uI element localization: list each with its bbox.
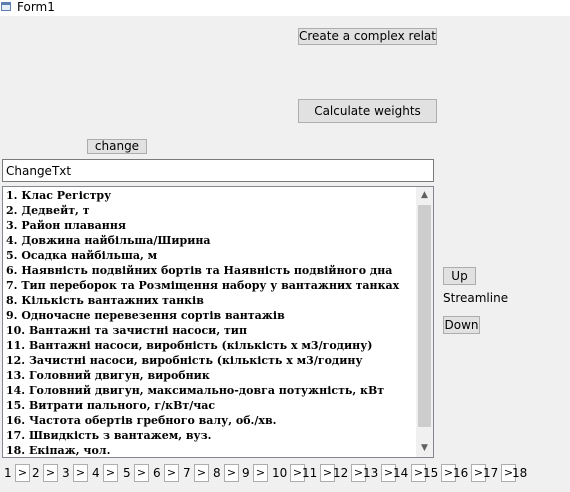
list-item[interactable]: 17. Швидкість з вантажем, вуз.	[4, 428, 415, 443]
list-item[interactable]: 18. Екіпаж, чол.	[4, 443, 415, 457]
streamline-label: Streamline	[443, 291, 509, 305]
page-number: 13	[363, 466, 379, 480]
list-item[interactable]: 3. Район плавання	[4, 218, 415, 233]
next-page-button[interactable]: >	[103, 464, 118, 482]
items-listbox[interactable]: 1. Клас Регістру 2. Дедвейт, т 3. Район пл…	[2, 186, 434, 458]
page-number: 16	[453, 466, 469, 480]
next-page-button[interactable]: >	[194, 464, 209, 482]
list-item[interactable]: 1. Клас Регістру	[4, 188, 415, 203]
page-number: 2	[32, 466, 40, 480]
list-item[interactable]: 12. Зачистні насоси, вироб­ність (кількі…	[4, 353, 415, 368]
page-number: 1	[4, 466, 12, 480]
page-number: 10	[272, 466, 288, 480]
list-item[interactable]: 4. Довжина найбільша/Ширина	[4, 233, 415, 248]
page-number: 9	[242, 466, 250, 480]
next-page-button[interactable]: >	[224, 464, 239, 482]
next-page-button[interactable]: >	[253, 464, 268, 482]
list-item[interactable]: 10. Вантажні та зачистні насоси, тип	[4, 323, 415, 338]
page-number: 17	[483, 466, 499, 480]
list-item[interactable]: 9. Одночасне перевезення сортів вантажів	[4, 308, 415, 323]
list-item[interactable]: 2. Дедвейт, т	[4, 203, 415, 218]
down-button[interactable]: Down	[443, 316, 480, 334]
list-item[interactable]: 14. Головний двигун, максимально-довга п…	[4, 383, 415, 398]
page-number: 18	[512, 466, 528, 480]
page-number: 5	[123, 466, 131, 480]
change-button[interactable]: change	[87, 139, 147, 154]
page-number: 8	[213, 466, 221, 480]
window-title: Form1	[17, 0, 55, 14]
change-text-input[interactable]	[2, 159, 434, 182]
create-complex-relation-button[interactable]: Create a complex relation	[298, 28, 437, 45]
chevron-up-icon[interactable]: ▲	[416, 187, 433, 204]
page-number: 6	[153, 466, 161, 480]
next-page-button[interactable]: >	[43, 464, 58, 482]
form-icon	[1, 2, 11, 11]
list-item[interactable]: 15. Витрати пального, г/кВт/час	[4, 398, 415, 413]
list-item[interactable]: 7. Тип переборок та Розміщення набору у …	[4, 278, 415, 293]
page-number: 11	[302, 466, 318, 480]
scroll-thumb[interactable]	[418, 205, 431, 427]
list-item[interactable]: 16. Частота обертів гребного валу, об./х…	[4, 413, 415, 428]
next-page-button[interactable]: >	[73, 464, 88, 482]
list-items: 1. Клас Регістру 2. Дедвейт, т 3. Район пл…	[4, 188, 415, 457]
next-page-button[interactable]: >	[164, 464, 179, 482]
vertical-scrollbar[interactable]: ▲ ▼	[416, 187, 433, 457]
page-number: 12	[333, 466, 349, 480]
list-item[interactable]: 11. Вантажні насоси, вироб­ність (кількі…	[4, 338, 415, 353]
page-number: 7	[183, 466, 191, 480]
list-item[interactable]: 8. Кількість вантажних танків	[4, 293, 415, 308]
calculate-weights-button[interactable]: Calculate weights	[298, 99, 437, 123]
list-item[interactable]: 6. Наявність подвійних бортів та Наявніс…	[4, 263, 415, 278]
page-number: 15	[423, 466, 439, 480]
list-item[interactable]: 13. Головний двигун, виробник	[4, 368, 415, 383]
next-page-button[interactable]: >	[134, 464, 149, 482]
chevron-down-icon[interactable]: ▼	[416, 440, 433, 457]
up-button[interactable]: Up	[443, 267, 476, 285]
page-number: 4	[92, 466, 100, 480]
pager: 1 >2 >3 >4 >5 >6 >7 >8 >9 >10 >11 >12 >13 >14 >15 >16 >1…	[0, 463, 570, 485]
page-number: 14	[393, 466, 409, 480]
title-bar: Form1	[0, 0, 570, 16]
next-page-button[interactable]: >	[15, 464, 30, 482]
list-item[interactable]: 5. Осадка найбільша, м	[4, 248, 415, 263]
page-number: 3	[62, 466, 70, 480]
